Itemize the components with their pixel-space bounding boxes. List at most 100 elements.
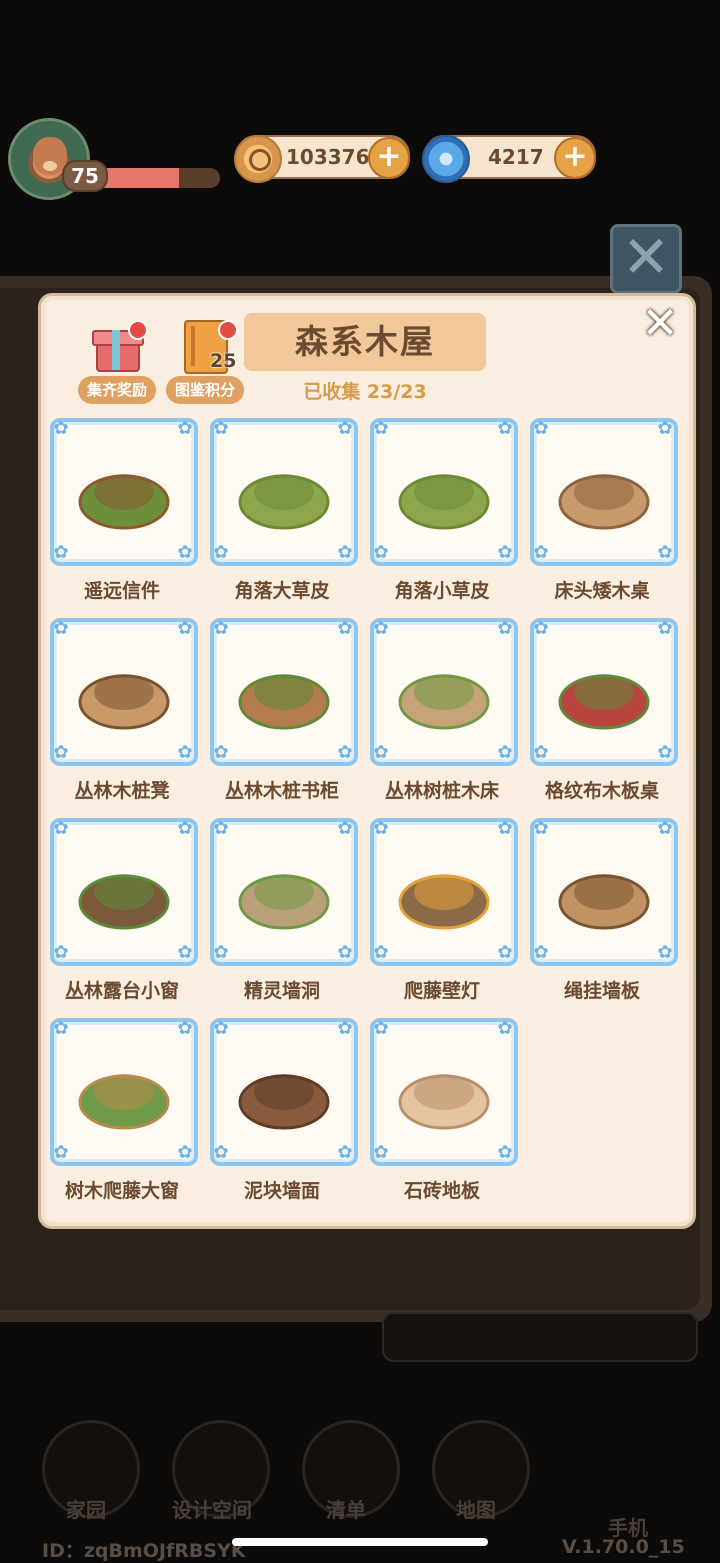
bow-decoration-icon: ✿ xyxy=(497,818,513,839)
bow-decoration-icon: ✿ xyxy=(177,418,193,439)
bow-decoration-icon: ✿ xyxy=(533,542,549,563)
gift-icon[interactable] xyxy=(92,318,148,372)
bow-decoration-icon: ✿ xyxy=(373,618,389,639)
bow-decoration-icon: ✿ xyxy=(213,542,229,563)
xp-progress-bar xyxy=(96,168,220,188)
bow-decoration-icon: ✿ xyxy=(497,742,513,763)
collect-reward-button[interactable]: 集齐奖励 xyxy=(78,376,156,404)
bow-decoration-icon: ✿ xyxy=(657,942,673,963)
bow-decoration-icon: ✿ xyxy=(337,1018,353,1039)
bow-decoration-icon: ✿ xyxy=(497,1142,513,1163)
collection-item-card[interactable]: ✿ ✿ ✿ ✿ xyxy=(50,618,198,766)
bow-decoration-icon: ✿ xyxy=(177,1018,193,1039)
collection-item-label: 树木爬藤大窗 xyxy=(64,1180,179,1202)
add-gems-button[interactable]: + xyxy=(554,137,596,179)
stone-floor-icon xyxy=(392,1040,496,1144)
nav-home-label: 家园 xyxy=(66,1498,106,1522)
bow-decoration-icon: ✿ xyxy=(177,742,193,763)
spiral-gem-icon xyxy=(422,135,470,183)
collection-item-card[interactable]: ✿ ✿ ✿ ✿ xyxy=(370,618,518,766)
bow-decoration-icon: ✿ xyxy=(533,942,549,963)
collection-item-card[interactable]: ✿ ✿ ✿ ✿ xyxy=(210,1018,358,1166)
collection-item-card[interactable]: ✿ ✿ ✿ ✿ xyxy=(50,418,198,566)
notification-dot xyxy=(218,320,238,340)
jungle-window-icon xyxy=(72,840,176,944)
bow-decoration-icon: ✿ xyxy=(53,942,69,963)
fairy-wall-hole-icon xyxy=(232,840,336,944)
letter-box-icon xyxy=(72,440,176,544)
nav-map-label: 地图 xyxy=(456,1498,496,1522)
bow-decoration-icon: ✿ xyxy=(53,618,69,639)
collection-item-label: 格纹布木板桌 xyxy=(544,780,659,802)
background-close-icon: ✕ xyxy=(610,224,682,294)
collection-item-label: 角落小草皮 xyxy=(394,580,490,602)
stump-bookshelf-icon xyxy=(232,640,336,744)
bow-decoration-icon: ✿ xyxy=(177,818,193,839)
bow-decoration-icon: ✿ xyxy=(177,618,193,639)
vine-wall-lamp-icon xyxy=(392,840,496,944)
bow-decoration-icon: ✿ xyxy=(53,542,69,563)
large-grass-patch-icon xyxy=(232,440,336,544)
bow-decoration-icon: ✿ xyxy=(657,618,673,639)
coin-icon xyxy=(234,135,282,183)
collection-item-card[interactable]: ✿ ✿ ✿ ✿ xyxy=(530,418,678,566)
bow-decoration-icon: ✿ xyxy=(497,418,513,439)
collection-item-label: 遥远信件 xyxy=(83,580,160,602)
collection-item-label: 床头矮木桌 xyxy=(554,580,650,602)
collection-item-label: 角落大草皮 xyxy=(234,580,330,602)
collection-item-label: 绳挂墙板 xyxy=(563,980,640,1002)
collection-item-card[interactable]: ✿ ✿ ✿ ✿ xyxy=(210,418,358,566)
codex-score-button[interactable]: 图鉴积分 xyxy=(166,376,244,404)
bow-decoration-icon: ✿ xyxy=(373,742,389,763)
bow-decoration-icon: ✿ xyxy=(53,1018,69,1039)
panel-title: 森系木屋 xyxy=(244,313,486,371)
bow-decoration-icon: ✿ xyxy=(337,942,353,963)
small-grass-patch-icon xyxy=(392,440,496,544)
collection-item-card[interactable]: ✿ ✿ ✿ ✿ xyxy=(210,818,358,966)
mud-wall-icon xyxy=(232,1040,336,1144)
bow-decoration-icon: ✿ xyxy=(213,818,229,839)
bow-decoration-icon: ✿ xyxy=(533,418,549,439)
notification-dot xyxy=(128,320,148,340)
bow-decoration-icon: ✿ xyxy=(53,818,69,839)
collection-item-card[interactable]: ✿ ✿ ✿ ✿ xyxy=(370,418,518,566)
collection-item-card[interactable]: ✿ ✿ ✿ ✿ xyxy=(370,1018,518,1166)
bow-decoration-icon: ✿ xyxy=(213,618,229,639)
bow-decoration-icon: ✿ xyxy=(373,542,389,563)
home-indicator xyxy=(232,1538,488,1546)
background-speech-bubble xyxy=(382,1312,698,1362)
bow-decoration-icon: ✿ xyxy=(657,818,673,839)
gift-ribbon xyxy=(112,330,120,370)
collected-count: 已收集 23/23 xyxy=(303,381,427,403)
add-coins-button[interactable]: + xyxy=(368,137,410,179)
stump-stool-icon xyxy=(72,640,176,744)
collection-item-card[interactable]: ✿ ✿ ✿ ✿ xyxy=(50,818,198,966)
collection-item-label: 丛林木桩凳 xyxy=(74,780,170,802)
bow-decoration-icon: ✿ xyxy=(177,1142,193,1163)
collection-item-label: 丛林树桩木床 xyxy=(384,780,499,802)
bow-decoration-icon: ✿ xyxy=(657,542,673,563)
collection-item-label: 石砖地板 xyxy=(403,1180,480,1202)
collection-item-card[interactable]: ✿ ✿ ✿ ✿ xyxy=(50,1018,198,1166)
coin-value: 103376 xyxy=(286,145,370,169)
low-wood-table-icon xyxy=(552,440,656,544)
bow-decoration-icon: ✿ xyxy=(533,818,549,839)
collection-item-card[interactable]: ✿ ✿ ✿ ✿ xyxy=(210,618,358,766)
close-icon[interactable]: ✕ xyxy=(638,302,682,346)
bow-decoration-icon: ✿ xyxy=(497,542,513,563)
nav-design-label: 设计空间 xyxy=(172,1498,252,1522)
deer-nose xyxy=(43,161,57,171)
collection-item-card[interactable]: ✿ ✿ ✿ ✿ xyxy=(530,618,678,766)
bow-decoration-icon: ✿ xyxy=(533,618,549,639)
bow-decoration-icon: ✿ xyxy=(337,542,353,563)
bow-decoration-icon: ✿ xyxy=(337,418,353,439)
bow-decoration-icon: ✿ xyxy=(337,818,353,839)
bow-decoration-icon: ✿ xyxy=(337,618,353,639)
gem-value: 4217 xyxy=(488,145,544,169)
bow-decoration-icon: ✿ xyxy=(497,942,513,963)
bow-decoration-icon: ✿ xyxy=(177,542,193,563)
coin-counter: 103376 + xyxy=(234,135,410,183)
version-label: V.1.70.0_15 xyxy=(562,1536,685,1558)
collection-item-card[interactable]: ✿ ✿ ✿ ✿ xyxy=(370,818,518,966)
collection-item-card[interactable]: ✿ ✿ ✿ ✿ xyxy=(530,818,678,966)
